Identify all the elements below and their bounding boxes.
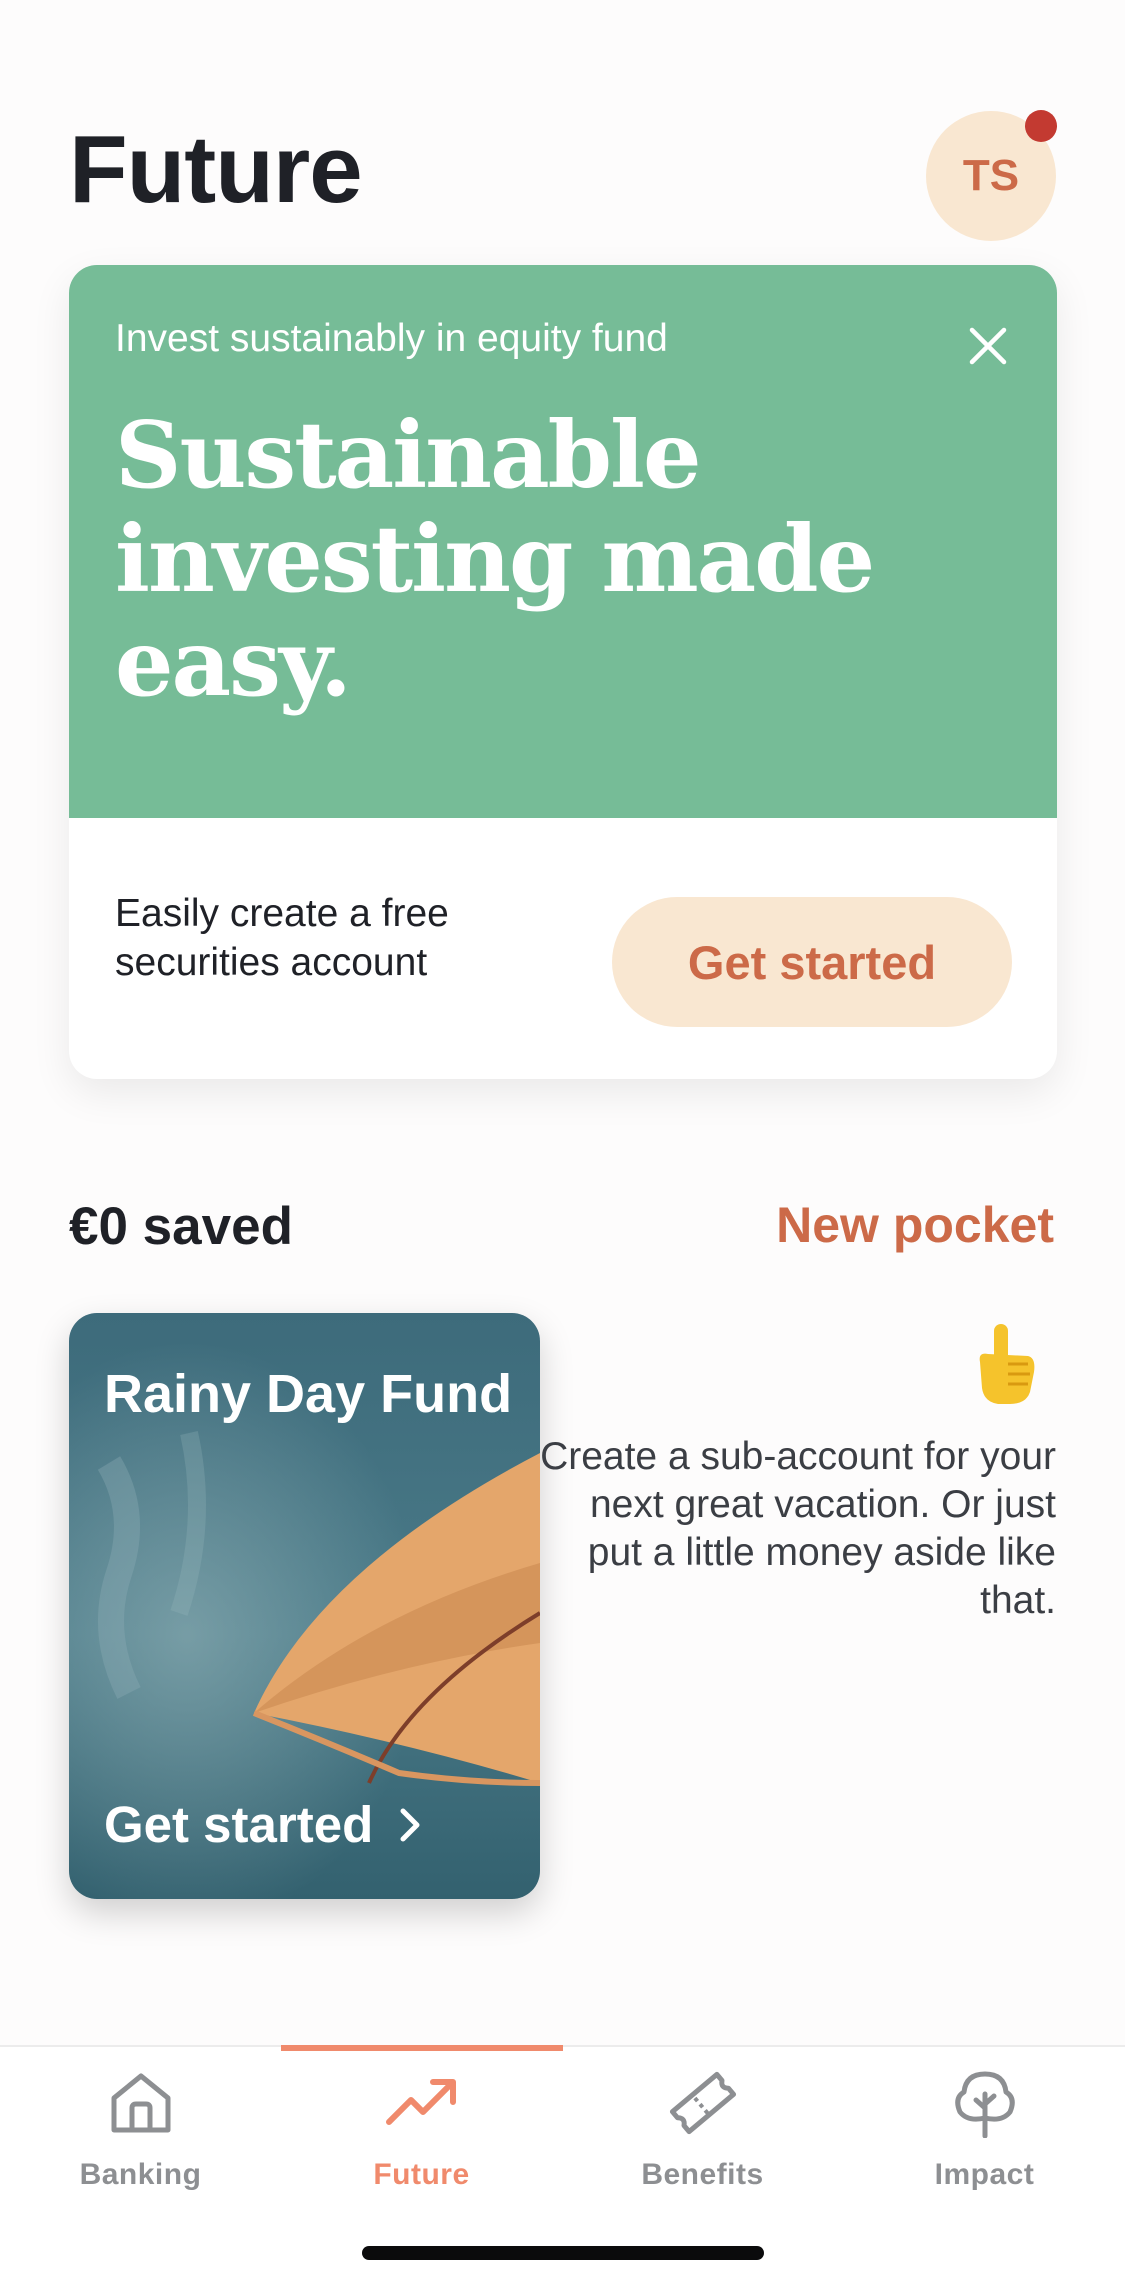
saved-total: €0 saved [69,1197,293,1256]
close-icon [969,327,1007,365]
get-started-button[interactable]: Get started [612,897,1012,1027]
notification-dot [1025,110,1057,142]
tree-icon [954,2071,1015,2138]
tab-label: Banking [79,2158,202,2191]
pocket-get-started-link[interactable]: Get started [104,1795,421,1854]
ticket-icon [669,2071,736,2135]
trending-up-icon [385,2079,456,2125]
pocket-hint-text: Create a sub-account for your next great… [540,1435,1056,1622]
tab-impact[interactable]: Impact [844,2068,1125,2198]
tab-banking[interactable]: Banking [0,2068,281,2198]
promo-banner: Invest sustainably in equity fund Sustai… [69,265,1057,818]
promo-subtitle: Easily create a free securities account [115,892,449,984]
active-tab-indicator [281,2045,563,2051]
tab-benefits[interactable]: Benefits [562,2068,843,2198]
home-indicator [362,2246,764,2260]
home-icon [111,2073,170,2133]
tab-label: Impact [934,2158,1035,2191]
pointing-up-hand-icon [979,1324,1035,1404]
tab-label: Benefits [641,2158,764,2191]
pocket-card-rainy-day[interactable]: Rainy Day Fund Get started [69,1313,540,1899]
promo-eyebrow: Invest sustainably in equity fund [115,317,668,360]
pocket-title: Rainy Day Fund [104,1364,513,1424]
new-pocket-button[interactable]: New pocket [776,1196,1054,1254]
close-button[interactable] [957,315,1019,377]
tab-future[interactable]: Future [281,2068,562,2198]
page-title: Future [69,116,363,223]
promo-card: Invest sustainably in equity fund Sustai… [69,265,1057,1079]
promo-headline: Sustainable investing made easy. [115,401,875,717]
tab-label: Future [373,2158,470,2191]
avatar-initials: TS [962,151,1020,200]
pocket-cta-label: Get started [104,1796,374,1853]
chevron-right-icon [400,1808,420,1841]
